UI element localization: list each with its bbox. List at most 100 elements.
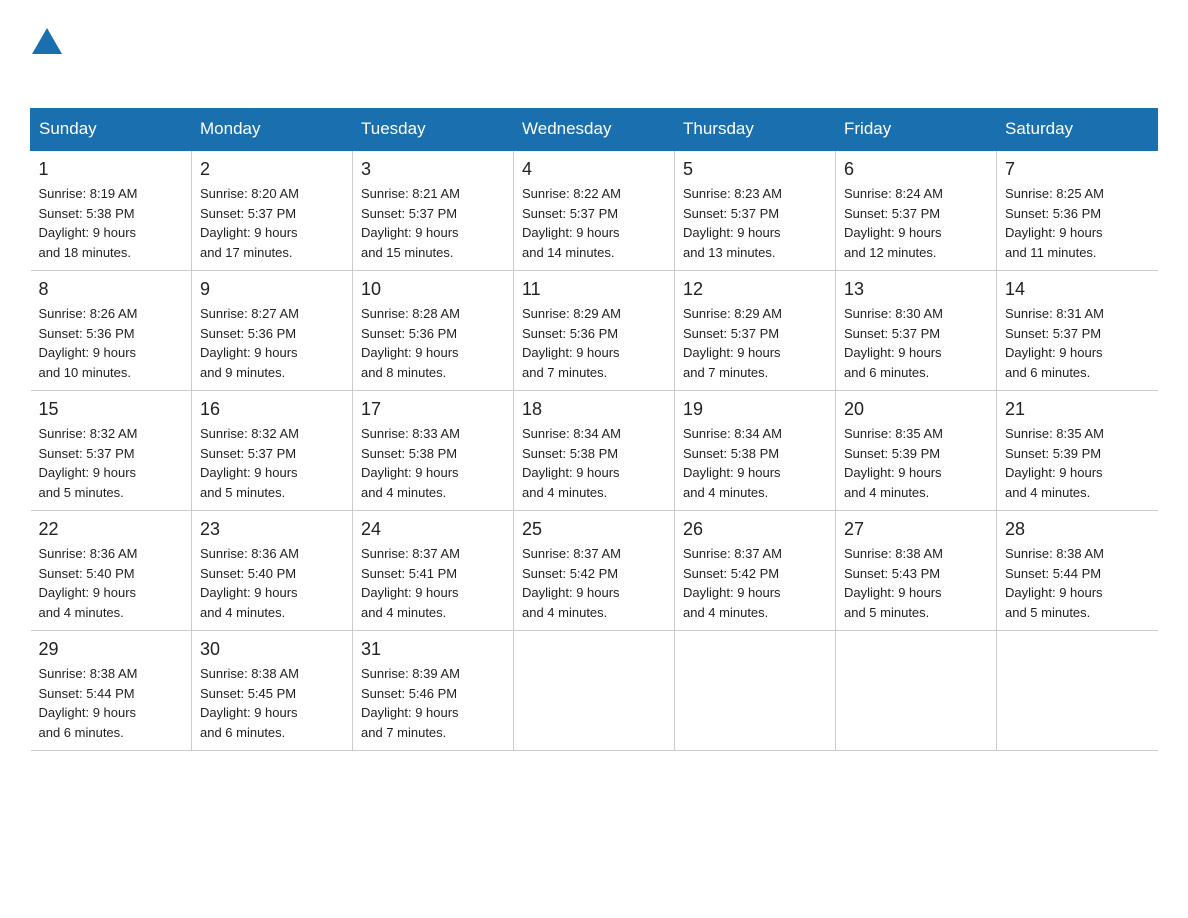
day-number: 12	[683, 279, 827, 300]
week-row-4: 22 Sunrise: 8:36 AMSunset: 5:40 PMDayligh…	[31, 511, 1158, 631]
logo-triangle-icon	[32, 28, 62, 54]
day-cell: 5Sunrise: 8:23 AMSunset: 5:37 PMDaylight…	[675, 150, 836, 271]
day-cell	[836, 631, 997, 751]
day-info: Sunrise: 8:39 AMSunset: 5:46 PMDaylight:…	[361, 664, 505, 742]
day-number: 29	[39, 639, 184, 660]
day-number: 20	[844, 399, 988, 420]
header-row: SundayMondayTuesdayWednesdayThursdayFrid…	[31, 109, 1158, 151]
day-number: 28	[1005, 519, 1150, 540]
day-info: Sunrise: 8:25 AMSunset: 5:36 PMDaylight:…	[1005, 184, 1150, 262]
day-info: Sunrise: 8:37 AMSunset: 5:41 PMDaylight:…	[361, 544, 505, 622]
day-cell: 24 Sunrise: 8:37 AMSunset: 5:41 PMDayligh…	[353, 511, 514, 631]
day-cell: 14Sunrise: 8:31 AMSunset: 5:37 PMDayligh…	[997, 271, 1158, 391]
week-row-2: 8 Sunrise: 8:26 AMSunset: 5:36 PMDaylight…	[31, 271, 1158, 391]
day-number: 17	[361, 399, 505, 420]
day-cell: 9Sunrise: 8:27 AMSunset: 5:36 PMDaylight…	[192, 271, 353, 391]
day-info: Sunrise: 8:38 AMSunset: 5:45 PMDaylight:…	[200, 664, 344, 742]
logo	[30, 30, 62, 88]
day-info: Sunrise: 8:35 AMSunset: 5:39 PMDaylight:…	[1005, 424, 1150, 502]
day-number: 16	[200, 399, 344, 420]
day-number: 19	[683, 399, 827, 420]
day-cell: 4 Sunrise: 8:22 AMSunset: 5:37 PMDaylight…	[514, 150, 675, 271]
day-number: 4	[522, 159, 666, 180]
day-number: 25	[522, 519, 666, 540]
day-cell: 2 Sunrise: 8:20 AMSunset: 5:37 PMDaylight…	[192, 150, 353, 271]
day-cell: 3 Sunrise: 8:21 AMSunset: 5:37 PMDaylight…	[353, 150, 514, 271]
day-info: Sunrise: 8:26 AMSunset: 5:36 PMDaylight:…	[39, 304, 184, 382]
day-number: 31	[361, 639, 505, 660]
day-info: Sunrise: 8:24 AMSunset: 5:37 PMDaylight:…	[844, 184, 988, 262]
header-cell-tuesday: Tuesday	[353, 109, 514, 151]
page-header	[30, 20, 1158, 88]
day-info: Sunrise: 8:36 AMSunset: 5:40 PMDaylight:…	[200, 544, 344, 622]
week-row-3: 15Sunrise: 8:32 AMSunset: 5:37 PMDayligh…	[31, 391, 1158, 511]
day-cell: 28Sunrise: 8:38 AMSunset: 5:44 PMDayligh…	[997, 511, 1158, 631]
day-info: Sunrise: 8:37 AMSunset: 5:42 PMDaylight:…	[522, 544, 666, 622]
day-info: Sunrise: 8:36 AMSunset: 5:40 PMDaylight:…	[39, 544, 184, 622]
day-info: Sunrise: 8:27 AMSunset: 5:36 PMDaylight:…	[200, 304, 344, 382]
calendar-table: SundayMondayTuesdayWednesdayThursdayFrid…	[30, 108, 1158, 751]
day-info: Sunrise: 8:22 AMSunset: 5:37 PMDaylight:…	[522, 184, 666, 262]
header-cell-thursday: Thursday	[675, 109, 836, 151]
calendar-header: SundayMondayTuesdayWednesdayThursdayFrid…	[31, 109, 1158, 151]
day-info: Sunrise: 8:20 AMSunset: 5:37 PMDaylight:…	[200, 184, 344, 262]
week-row-5: 29 Sunrise: 8:38 AMSunset: 5:44 PMDayligh…	[31, 631, 1158, 751]
day-info: Sunrise: 8:31 AMSunset: 5:37 PMDaylight:…	[1005, 304, 1150, 382]
day-cell: 17 Sunrise: 8:33 AMSunset: 5:38 PMDayligh…	[353, 391, 514, 511]
day-number: 30	[200, 639, 344, 660]
day-info: Sunrise: 8:38 AMSunset: 5:44 PMDaylight:…	[39, 664, 184, 742]
day-info: Sunrise: 8:19 AMSunset: 5:38 PMDaylight:…	[39, 184, 184, 262]
day-info: Sunrise: 8:34 AMSunset: 5:38 PMDaylight:…	[522, 424, 666, 502]
day-info: Sunrise: 8:35 AMSunset: 5:39 PMDaylight:…	[844, 424, 988, 502]
day-info: Sunrise: 8:37 AMSunset: 5:42 PMDaylight:…	[683, 544, 827, 622]
day-cell: 8 Sunrise: 8:26 AMSunset: 5:36 PMDaylight…	[31, 271, 192, 391]
day-cell: 18 Sunrise: 8:34 AMSunset: 5:38 PMDayligh…	[514, 391, 675, 511]
day-number: 2	[200, 159, 344, 180]
day-cell: 6 Sunrise: 8:24 AMSunset: 5:37 PMDaylight…	[836, 150, 997, 271]
day-cell: 26 Sunrise: 8:37 AMSunset: 5:42 PMDayligh…	[675, 511, 836, 631]
calendar-body: 1 Sunrise: 8:19 AMSunset: 5:38 PMDaylight…	[31, 150, 1158, 751]
day-number: 24	[361, 519, 505, 540]
day-cell: 1 Sunrise: 8:19 AMSunset: 5:38 PMDaylight…	[31, 150, 192, 271]
week-row-1: 1 Sunrise: 8:19 AMSunset: 5:38 PMDaylight…	[31, 150, 1158, 271]
header-cell-sunday: Sunday	[31, 109, 192, 151]
day-number: 1	[39, 159, 184, 180]
day-cell: 21 Sunrise: 8:35 AMSunset: 5:39 PMDayligh…	[997, 391, 1158, 511]
day-number: 3	[361, 159, 505, 180]
day-info: Sunrise: 8:29 AMSunset: 5:37 PMDaylight:…	[683, 304, 827, 382]
day-info: Sunrise: 8:29 AMSunset: 5:36 PMDaylight:…	[522, 304, 666, 382]
day-cell: 11 Sunrise: 8:29 AMSunset: 5:36 PMDayligh…	[514, 271, 675, 391]
header-cell-friday: Friday	[836, 109, 997, 151]
day-number: 18	[522, 399, 666, 420]
day-cell: 31 Sunrise: 8:39 AMSunset: 5:46 PMDayligh…	[353, 631, 514, 751]
day-info: Sunrise: 8:32 AMSunset: 5:37 PMDaylight:…	[39, 424, 184, 502]
day-info: Sunrise: 8:38 AMSunset: 5:43 PMDaylight:…	[844, 544, 988, 622]
day-cell: 12 Sunrise: 8:29 AMSunset: 5:37 PMDayligh…	[675, 271, 836, 391]
header-cell-wednesday: Wednesday	[514, 109, 675, 151]
day-number: 11	[522, 279, 666, 300]
day-number: 7	[1005, 159, 1150, 180]
day-number: 27	[844, 519, 988, 540]
day-info: Sunrise: 8:33 AMSunset: 5:38 PMDaylight:…	[361, 424, 505, 502]
header-cell-monday: Monday	[192, 109, 353, 151]
day-cell	[997, 631, 1158, 751]
day-cell: 7 Sunrise: 8:25 AMSunset: 5:36 PMDaylight…	[997, 150, 1158, 271]
day-number: 8	[39, 279, 184, 300]
day-cell: 16Sunrise: 8:32 AMSunset: 5:37 PMDayligh…	[192, 391, 353, 511]
day-number: 21	[1005, 399, 1150, 420]
day-cell: 23 Sunrise: 8:36 AMSunset: 5:40 PMDayligh…	[192, 511, 353, 631]
day-info: Sunrise: 8:21 AMSunset: 5:37 PMDaylight:…	[361, 184, 505, 262]
day-cell: 20 Sunrise: 8:35 AMSunset: 5:39 PMDayligh…	[836, 391, 997, 511]
day-number: 6	[844, 159, 988, 180]
day-number: 22	[39, 519, 184, 540]
day-info: Sunrise: 8:30 AMSunset: 5:37 PMDaylight:…	[844, 304, 988, 382]
day-cell	[514, 631, 675, 751]
day-cell: 15Sunrise: 8:32 AMSunset: 5:37 PMDayligh…	[31, 391, 192, 511]
day-number: 5	[683, 159, 827, 180]
day-cell: 30 Sunrise: 8:38 AMSunset: 5:45 PMDayligh…	[192, 631, 353, 751]
day-number: 23	[200, 519, 344, 540]
day-number: 13	[844, 279, 988, 300]
day-cell: 10Sunrise: 8:28 AMSunset: 5:36 PMDayligh…	[353, 271, 514, 391]
day-info: Sunrise: 8:28 AMSunset: 5:36 PMDaylight:…	[361, 304, 505, 382]
day-number: 26	[683, 519, 827, 540]
